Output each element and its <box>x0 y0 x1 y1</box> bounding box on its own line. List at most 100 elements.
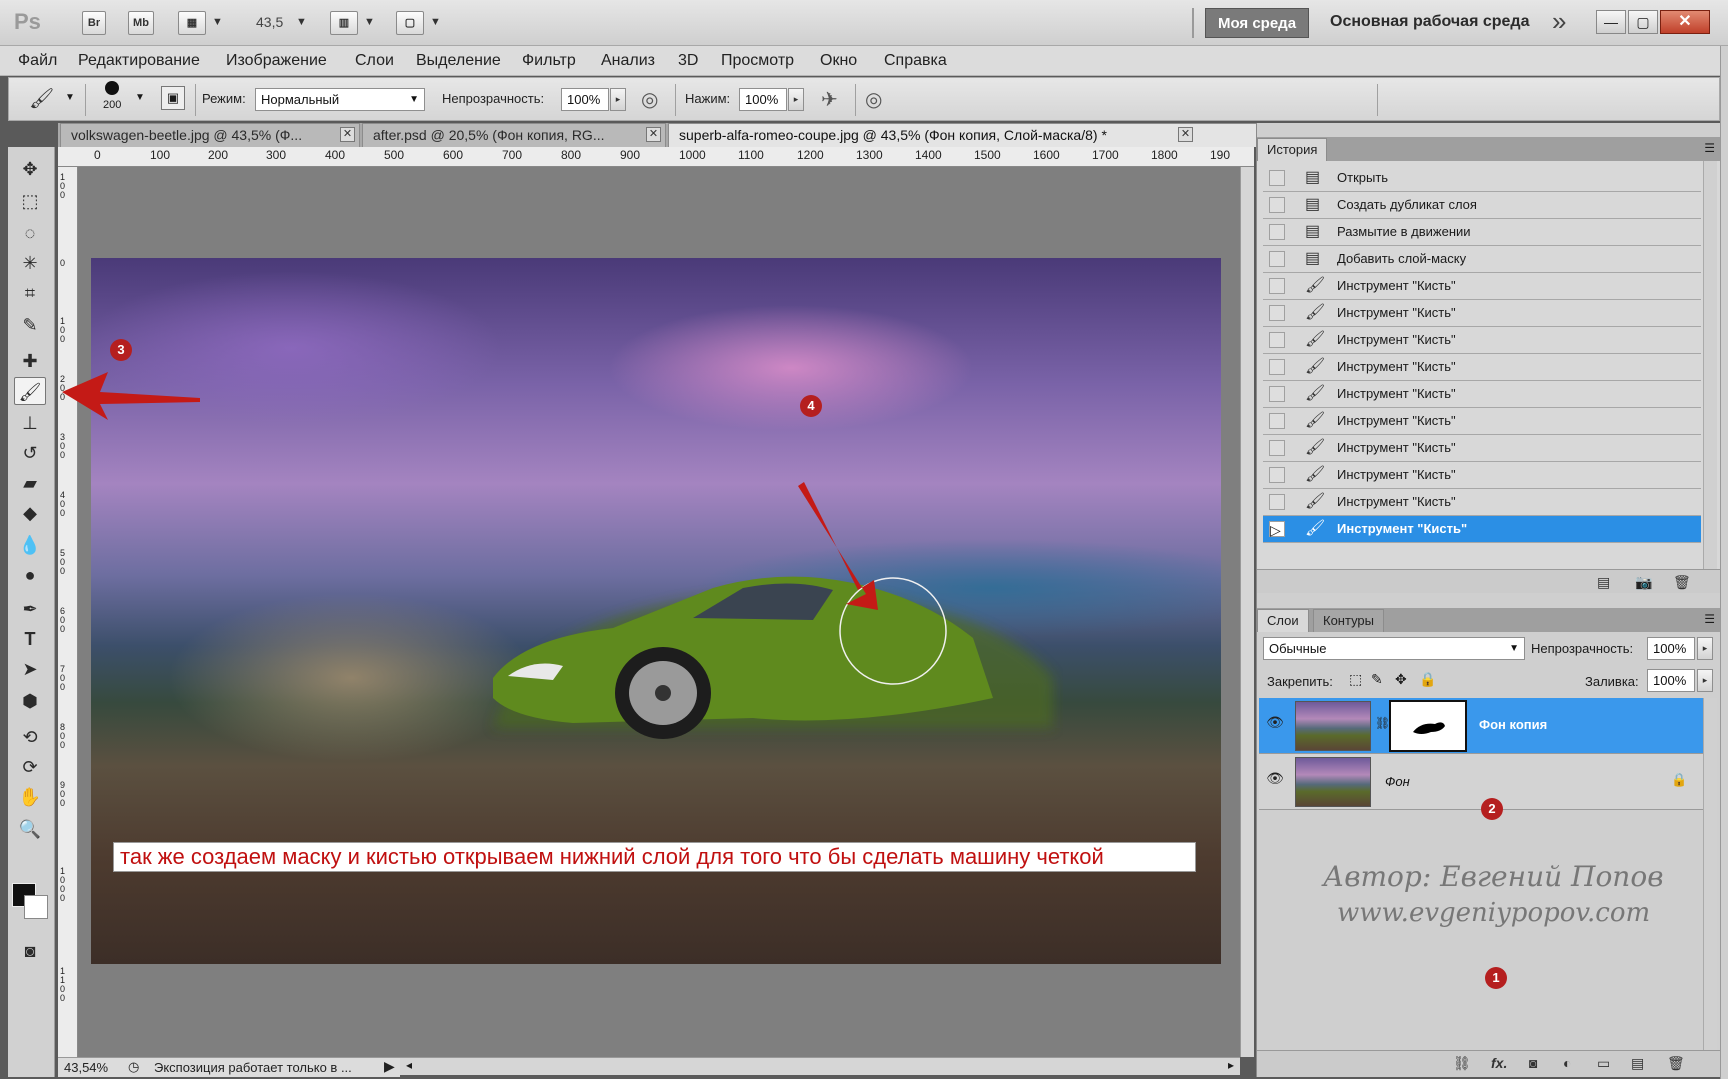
history-snapshot-checkbox[interactable] <box>1269 278 1285 294</box>
tab-history[interactable]: История <box>1257 138 1328 161</box>
history-scrollbar[interactable] <box>1703 161 1717 569</box>
vertical-scrollbar[interactable] <box>1240 167 1254 1057</box>
history-item[interactable]: 🖌 Инструмент "Кисть" <box>1263 273 1701 300</box>
history-item[interactable]: 🖌 Инструмент "Кисть" <box>1263 300 1701 327</box>
arrow-to-brush-tool <box>62 372 200 420</box>
document-icon: ▤ <box>1305 169 1321 186</box>
status-bar: 43,54% ◷ Экспозиция работает только в ..… <box>58 1057 400 1077</box>
tab-paths[interactable]: Контуры <box>1313 609 1385 632</box>
brush-icon: 🖌 <box>1305 466 1326 483</box>
adjustment-layer-icon[interactable]: ◐ <box>1563 1055 1571 1071</box>
new-layer-icon[interactable]: ▤ <box>1631 1055 1644 1072</box>
layers-panel-header: Слои Контуры ☰ <box>1257 608 1721 632</box>
layer-name[interactable]: Фон <box>1385 774 1410 789</box>
layer-thumbnail[interactable] <box>1295 757 1371 807</box>
layers-footer: ⛓ fx. ◙ ◐ ▭ ▤ 🗑 <box>1257 1050 1721 1077</box>
delete-icon[interactable]: 🗑 <box>1673 574 1691 591</box>
history-snapshot-checkbox[interactable] <box>1269 386 1285 402</box>
history-item[interactable]: ▤ Открыть <box>1263 165 1701 192</box>
brush-icon: 🖌 <box>1305 358 1326 375</box>
history-item-label: Размытие в движении <box>1337 224 1471 239</box>
lock-pixels-icon[interactable]: ✎ <box>1371 671 1383 688</box>
history-state-marker-icon[interactable]: ▷ <box>1269 521 1285 538</box>
add-mask-icon[interactable]: ◙ <box>1529 1055 1537 1071</box>
history-item[interactable]: ▤ Добавить слой-маску <box>1263 246 1701 273</box>
history-item[interactable]: 🖌 Инструмент "Кисть" <box>1263 354 1701 381</box>
fx-icon[interactable]: fx. <box>1491 1055 1507 1071</box>
history-snapshot-checkbox[interactable] <box>1269 440 1285 456</box>
history-item[interactable]: ▤ Создать дубликат слоя <box>1263 192 1701 219</box>
annotation-badge-3: 3 <box>110 339 132 361</box>
history-snapshot-checkbox[interactable] <box>1269 170 1285 186</box>
history-item[interactable]: 🖌 Инструмент "Кисть" <box>1263 462 1701 489</box>
layers-body: Обычные ▼ Непрозрачность: 100% ▸ Закрепит… <box>1257 632 1721 1077</box>
history-item[interactable]: 🖌 Инструмент "Кисть" <box>1263 435 1701 462</box>
layer-mask-thumbnail[interactable] <box>1389 700 1467 752</box>
layer-row-selected[interactable]: 👁 ⛓ Фон копия <box>1259 698 1703 754</box>
brush-icon: 🖌 <box>1305 385 1326 402</box>
history-item[interactable]: 🖌 Инструмент "Кисть" <box>1263 408 1701 435</box>
brush-icon: 🖌 <box>1305 277 1326 294</box>
layer-name[interactable]: Фон копия <box>1479 717 1547 732</box>
history-item-label: Инструмент "Кисть" <box>1337 467 1456 482</box>
layer-row[interactable]: 👁 Фон 🔒 <box>1259 754 1703 810</box>
history-item[interactable]: 🖌 Инструмент "Кисть" <box>1263 327 1701 354</box>
status-info-icon[interactable]: ◷ <box>128 1059 139 1075</box>
link-icon[interactable]: ⛓ <box>1375 716 1390 730</box>
history-snapshot-checkbox[interactable] <box>1269 413 1285 429</box>
annotation-badge-1: 1 <box>1485 967 1507 989</box>
document-icon: ▤ <box>1305 196 1321 213</box>
visibility-eye-icon[interactable]: 👁 <box>1265 770 1285 790</box>
document-icon: ▤ <box>1305 250 1321 267</box>
horizontal-scrollbar[interactable]: ◂ ▸ <box>400 1057 1240 1075</box>
history-snapshot-checkbox[interactable] <box>1269 251 1285 267</box>
history-snapshot-checkbox[interactable] <box>1269 494 1285 510</box>
link-layers-icon[interactable]: ⛓ <box>1453 1055 1471 1072</box>
history-snapshot-checkbox[interactable] <box>1269 332 1285 348</box>
panel-menu-icon[interactable]: ☰ <box>1704 612 1715 626</box>
new-group-icon[interactable]: ▭ <box>1597 1055 1610 1072</box>
annotation-badge-2: 2 <box>1481 798 1503 820</box>
layers-scrollbar[interactable] <box>1703 698 1717 1050</box>
history-snapshot-checkbox[interactable] <box>1269 197 1285 213</box>
lock-transparency-icon[interactable]: ⬚ <box>1349 671 1362 688</box>
brush-icon: 🖌 <box>1305 439 1326 456</box>
brush-icon: 🖌 <box>1305 412 1326 429</box>
history-snapshot-checkbox[interactable] <box>1269 305 1285 321</box>
history-panel-header: История ☰ <box>1257 137 1721 161</box>
blend-mode-select[interactable]: Обычные ▼ <box>1263 637 1525 660</box>
delete-layer-icon[interactable]: 🗑 <box>1667 1055 1685 1072</box>
history-snapshot-checkbox[interactable] <box>1269 359 1285 375</box>
fill-input[interactable]: 100% <box>1647 669 1695 692</box>
history-item-label: Инструмент "Кисть" <box>1337 278 1456 293</box>
status-zoom[interactable]: 43,54% <box>64 1060 108 1075</box>
new-document-from-state-icon[interactable]: ▤ <box>1597 574 1610 591</box>
status-message: Экспозиция работает только в ... <box>154 1060 352 1075</box>
lock-position-icon[interactable]: ✥ <box>1395 671 1407 688</box>
status-menu-arrow-icon[interactable]: ▶ <box>384 1058 395 1075</box>
brush-icon: 🖌 <box>1305 493 1326 510</box>
history-item[interactable]: 🖌 Инструмент "Кисть" <box>1263 381 1701 408</box>
fill-slider-button[interactable]: ▸ <box>1697 669 1713 692</box>
history-item-label: Инструмент "Кисть" <box>1337 386 1456 401</box>
layer-opacity-label: Непрозрачность: <box>1531 641 1634 656</box>
layer-thumbnail[interactable] <box>1295 701 1371 751</box>
new-snapshot-icon[interactable]: 📷 <box>1635 574 1652 591</box>
history-item-label: Инструмент "Кисть" <box>1337 440 1456 455</box>
lock-label: Закрепить: <box>1267 674 1333 689</box>
visibility-eye-icon[interactable]: 👁 <box>1265 714 1285 734</box>
history-snapshot-checkbox[interactable] <box>1269 224 1285 240</box>
brush-icon: 🖌 <box>1305 331 1326 348</box>
scroll-left-icon[interactable]: ◂ <box>406 1058 412 1072</box>
history-item[interactable]: ▤ Размытие в движении <box>1263 219 1701 246</box>
tab-layers[interactable]: Слои <box>1257 609 1309 632</box>
history-item-selected[interactable]: ▷ 🖌 Инструмент "Кисть" <box>1263 516 1701 543</box>
history-item-label: Инструмент "Кисть" <box>1337 359 1456 374</box>
layer-opacity-slider-button[interactable]: ▸ <box>1697 637 1713 660</box>
lock-all-icon[interactable]: 🔒 <box>1419 671 1436 688</box>
history-snapshot-checkbox[interactable] <box>1269 467 1285 483</box>
scroll-right-icon[interactable]: ▸ <box>1228 1058 1234 1072</box>
layer-opacity-input[interactable]: 100% <box>1647 637 1695 660</box>
panel-menu-icon[interactable]: ☰ <box>1704 141 1715 155</box>
history-item[interactable]: 🖌 Инструмент "Кисть" <box>1263 489 1701 516</box>
